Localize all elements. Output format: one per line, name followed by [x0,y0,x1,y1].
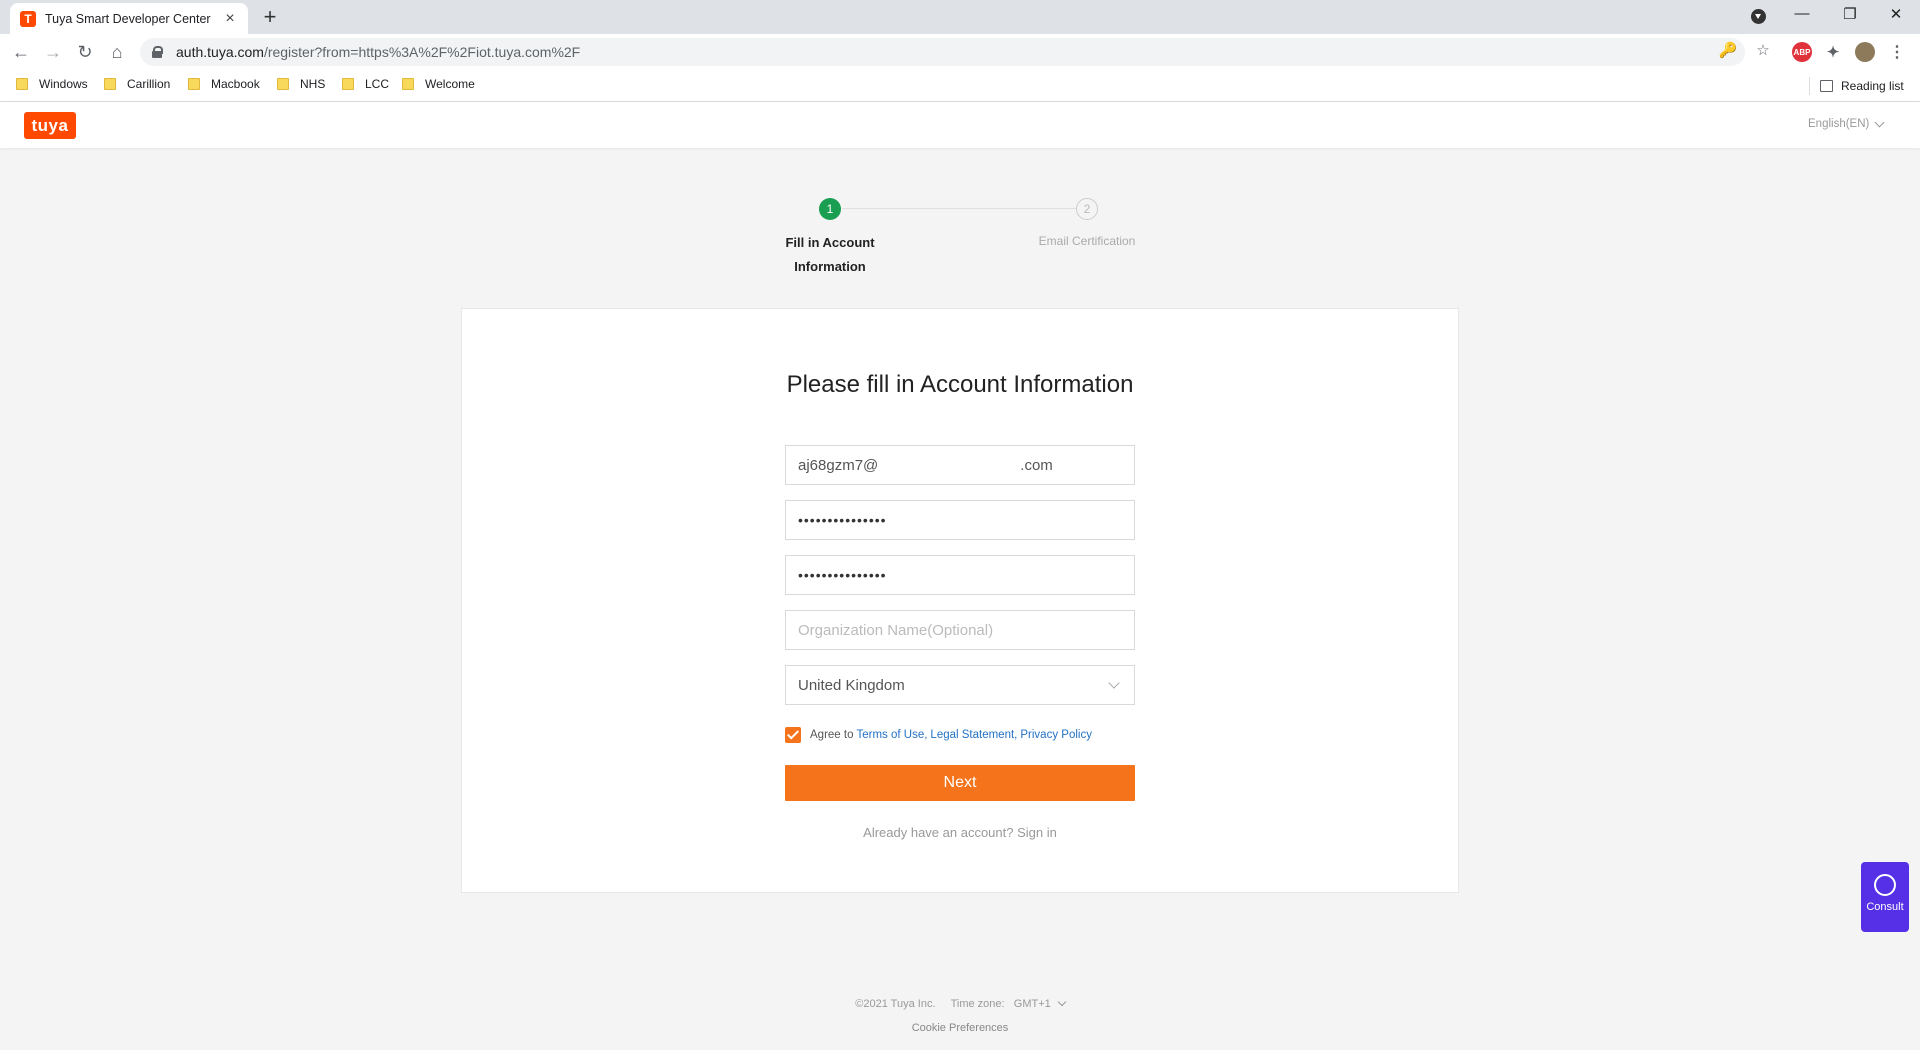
consult-button[interactable]: Consult [1861,862,1909,932]
country-select[interactable]: United Kingdom [785,665,1135,705]
bookmarks-bar: Windows Carillion Macbook NHS LCC Welcom… [0,70,1920,102]
legal-statement-link[interactable]: Legal Statement, [930,729,1017,741]
agree-prefix: Agree to [810,729,854,741]
registration-card: Please fill in Account Information aj68g… [461,308,1459,893]
new-tab-button[interactable]: + [258,6,282,30]
browser-tab[interactable]: T Tuya Smart Developer Center × [10,3,248,34]
extensions-puzzle-icon[interactable]: ✦ [1823,42,1843,62]
password-mask: ••••••••••••••• [798,512,887,528]
key-icon[interactable]: 🔑 [1717,41,1739,59]
bookmark-label: LCC [365,77,390,91]
address-bar[interactable]: auth.tuya.com/register?from=https%3A%2F%… [140,38,1745,66]
registration-steps: 1 2 Fill in Account Information Email Ce… [760,196,1180,286]
chevron-down-icon [1057,997,1067,1007]
page-footer: ©2021 Tuya Inc. Time zone: GMT+1 Cookie … [0,997,1920,1034]
minimize-button[interactable]: — [1790,5,1814,22]
tab-title: Tuya Smart Developer Center [45,11,211,26]
terms-of-use-link[interactable]: Terms of Use, [856,729,927,741]
back-icon[interactable]: ← [9,40,33,64]
bookmark-label: Windows [39,77,88,91]
bookmark-welcome[interactable]: Welcome [402,77,475,91]
timezone-selector[interactable]: GMT+1 [1013,997,1067,1010]
timezone-value: GMT+1 [1013,998,1051,1010]
close-window-button[interactable]: ✕ [1884,5,1908,23]
folder-icon [277,78,289,90]
folder-icon [16,78,28,90]
browser-tab-bar: T Tuya Smart Developer Center × + — ❐ ✕ [0,0,1920,34]
restore-button[interactable]: ❐ [1838,5,1862,23]
reading-list-label: Reading list [1841,79,1904,93]
sign-in-link[interactable]: Already have an account? Sign in [462,825,1458,840]
url-path: /register?from=https%3A%2F%2Fiot.tuya.co… [263,44,581,60]
chevron-down-icon [1874,117,1885,127]
bookmark-windows[interactable]: Windows [16,77,88,91]
url-host: auth.tuya.com [176,44,264,60]
confirm-password-field[interactable]: ••••••••••••••• [785,555,1135,595]
reading-list-button[interactable]: Reading list [1809,77,1904,95]
consult-label: Consult [1866,901,1904,913]
chevron-down-icon [1108,677,1120,689]
lock-icon[interactable] [152,46,163,58]
tab-close-icon[interactable]: × [222,10,238,28]
tuya-logo[interactable]: tuya [24,112,76,139]
language-selector[interactable]: English(EN) [1808,117,1885,130]
home-icon[interactable]: ⌂ [105,40,129,64]
step-2-label: Email Certification [1038,234,1136,248]
country-value: United Kingdom [798,676,905,694]
adblock-extension-icon[interactable]: ABP [1792,42,1812,62]
reading-list-icon [1820,80,1833,92]
email-suffix: .com [1020,456,1053,474]
bookmark-label: NHS [300,77,326,91]
organization-input[interactable]: Organization Name(Optional) [785,610,1135,650]
language-label: English(EN) [1808,118,1870,130]
next-button[interactable]: Next [785,765,1135,801]
url-text: auth.tuya.com/register?from=https%3A%2F%… [176,44,580,60]
reload-icon[interactable]: ↻ [73,40,97,64]
cookie-preferences-link[interactable]: Cookie Preferences [0,1022,1920,1034]
bookmark-nhs[interactable]: NHS [277,77,325,91]
bookmark-label: Carillion [127,77,171,91]
tab-search-icon[interactable] [1751,9,1766,24]
copyright: ©2021 Tuya Inc. [855,998,936,1010]
step-1-indicator: 1 [819,198,841,220]
confirm-password-mask: ••••••••••••••• [798,567,887,583]
forward-icon[interactable]: → [41,40,65,64]
timezone-label: Time zone: [950,998,1005,1010]
browser-menu-icon[interactable]: ⋮ [1887,42,1907,62]
bookmark-label: Macbook [211,77,260,91]
browser-toolbar: ← → ↻ ⌂ auth.tuya.com/register?from=http… [0,34,1920,70]
email-local: aj68gzm7@ [798,456,879,474]
headset-icon [1874,874,1896,896]
bookmark-carillion[interactable]: Carillion [104,77,170,91]
organization-placeholder: Organization Name(Optional) [798,621,994,639]
site-header: tuya English(EN) [0,102,1920,148]
bookmark-star-icon[interactable]: ☆ [1752,41,1774,59]
step-1-label: Fill in Account Information [785,235,875,274]
folder-icon [402,78,414,90]
bookmark-label: Welcome [425,77,475,91]
privacy-policy-link[interactable]: Privacy Policy [1020,729,1092,741]
tuya-favicon-icon: T [20,10,36,27]
folder-icon [188,78,200,90]
bookmark-lcc[interactable]: LCC [342,77,389,91]
agree-checkbox[interactable] [785,727,801,743]
email-field[interactable]: aj68gzm7@ .com [785,445,1135,485]
bookmark-macbook[interactable]: Macbook [188,77,260,91]
step-connector [842,208,1082,209]
agree-terms: Agree to Terms of Use, Legal Statement, … [785,727,1092,743]
step-2-indicator: 2 [1076,198,1098,220]
profile-avatar[interactable] [1855,42,1875,62]
password-field[interactable]: ••••••••••••••• [785,500,1135,540]
folder-icon [104,78,116,90]
folder-icon [342,78,354,90]
form-title: Please fill in Account Information [786,371,1134,398]
